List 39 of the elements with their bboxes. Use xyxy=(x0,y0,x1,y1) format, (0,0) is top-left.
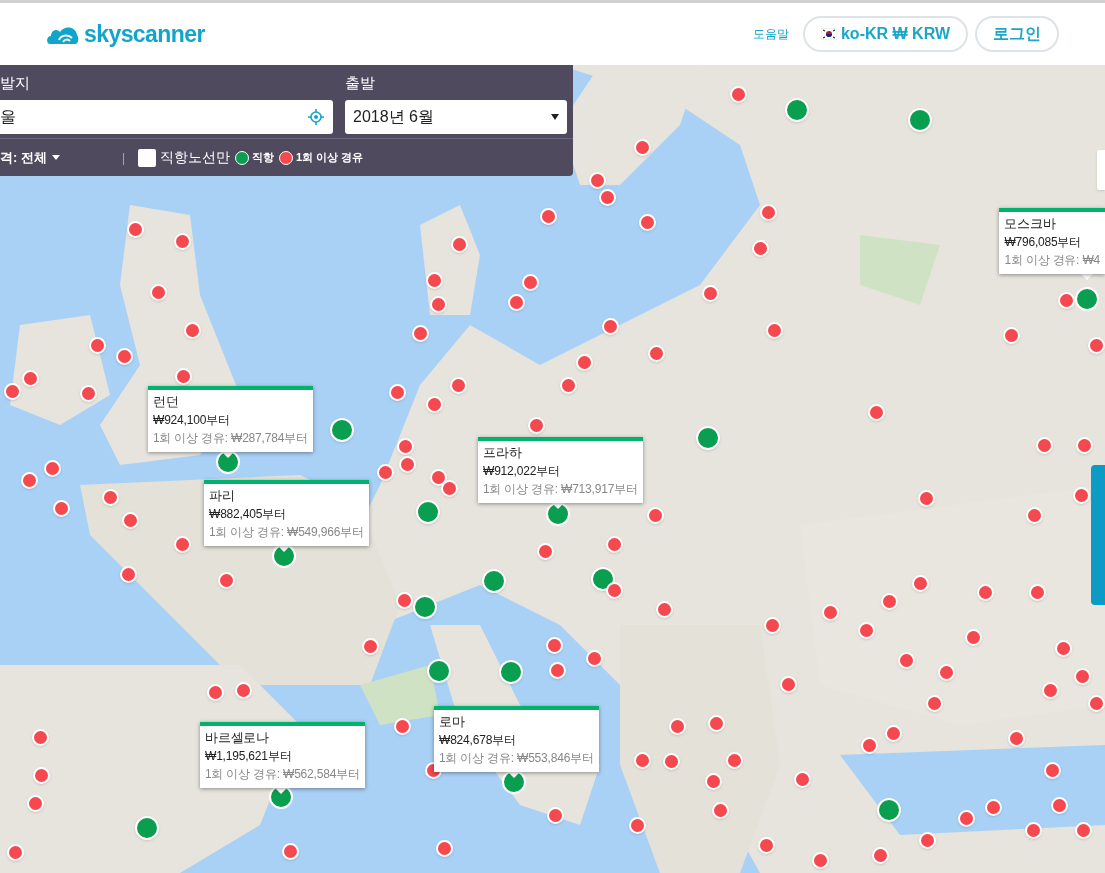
logo-text: skyscanner xyxy=(84,19,205,49)
dropdown-caret-icon xyxy=(551,114,559,120)
connecting-price: 1회 이상 경유: ₩287,784부터 xyxy=(153,430,308,447)
connecting-price: 1회 이상 경유: ₩4 xyxy=(1004,252,1100,269)
legend-label: 1회 이상 경유 xyxy=(296,150,364,166)
connecting-price: 1회 이상 경유: ₩713,917부터 xyxy=(483,481,638,498)
direct-only-checkbox[interactable] xyxy=(138,148,157,167)
price-filter-dropdown[interactable]: 격: 전체 xyxy=(0,147,60,168)
city-name: 로마 xyxy=(439,713,466,731)
city-name: 모스크바 xyxy=(1004,215,1057,233)
price-popup[interactable]: 모스크바 ₩796,085부터 1회 이상 경유: ₩4 xyxy=(999,208,1105,274)
direct-price: ₩924,100부터 xyxy=(153,412,231,429)
origin-label: 발지 xyxy=(0,74,31,92)
legend-label: 직항 xyxy=(252,150,275,166)
direct-only-label: 직항노선만 xyxy=(160,148,231,167)
flag-icon xyxy=(820,28,837,40)
connecting-price: 1회 이상 경유: ₩553,846부터 xyxy=(439,750,594,767)
price-popup[interactable]: 파리 ₩882,405부터 1회 이상 경유: ₩549,966부터 xyxy=(204,480,369,546)
depart-select[interactable]: 2018년 6월 xyxy=(345,100,567,134)
direct-price: ₩796,085부터 xyxy=(1004,234,1083,251)
locate-icon[interactable] xyxy=(307,108,325,126)
city-name: 파리 xyxy=(209,487,236,505)
city-name: 프라하 xyxy=(483,444,523,462)
caret-icon xyxy=(51,155,60,160)
separator: | xyxy=(121,149,126,167)
city-name: 바르셀로나 xyxy=(205,729,270,747)
price-popup[interactable]: 런던 ₩924,100부터 1회 이상 경유: ₩287,784부터 xyxy=(148,386,313,452)
origin-field[interactable]: 울 xyxy=(0,100,333,134)
direct-price: ₩1,195,621부터 xyxy=(205,748,293,765)
city-name: 런던 xyxy=(153,393,180,411)
price-popup[interactable]: 바르셀로나 ₩1,195,621부터 1회 이상 경유: ₩562,584부터 xyxy=(200,722,365,788)
direct-price: ₩912,022부터 xyxy=(483,463,561,480)
price-popup[interactable]: 프라하 ₩912,022부터 1회 이상 경유: ₩713,917부터 xyxy=(478,437,643,503)
price-popup[interactable]: 로마 ₩824,678부터 1회 이상 경유: ₩553,846부터 xyxy=(434,706,599,772)
direct-price: ₩882,405부터 xyxy=(209,506,287,523)
depart-label: 출발 xyxy=(345,74,376,92)
connecting-price: 1회 이상 경유: ₩549,966부터 xyxy=(209,524,364,541)
direct-price: ₩824,678부터 xyxy=(439,732,517,749)
connecting-price: 1회 이상 경유: ₩562,584부터 xyxy=(205,766,360,783)
